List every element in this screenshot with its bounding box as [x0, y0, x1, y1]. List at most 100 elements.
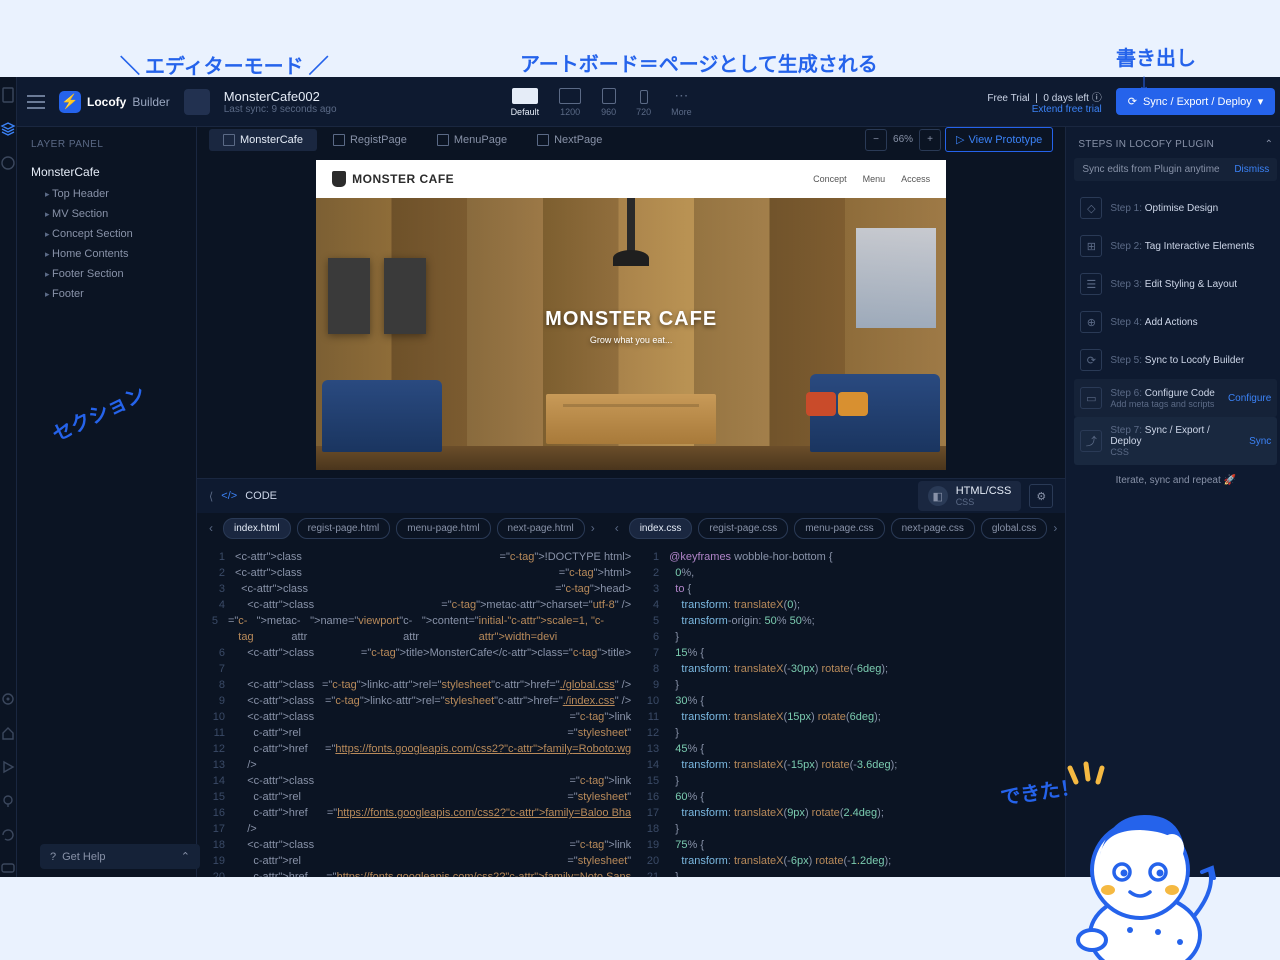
collapse-icon[interactable]: ⌃ — [1265, 139, 1274, 150]
file-tab[interactable]: index.html — [223, 518, 291, 539]
file-tab[interactable]: global.css — [981, 518, 1047, 539]
cafe-logo: MONSTER CAFE — [332, 171, 454, 187]
file-tab[interactable]: next-page.html — [497, 518, 585, 539]
html-editor[interactable]: 1<c-attr">class="c-tag">!DOCTYPE html>2<… — [197, 543, 631, 877]
nav-link[interactable]: Access — [901, 174, 930, 184]
github-icon[interactable] — [0, 155, 16, 171]
settings-icon[interactable] — [0, 691, 16, 707]
viewport-switcher: Default 1200 960 720 ⋯More — [511, 87, 692, 117]
layer-item[interactable]: Footer Section — [17, 264, 196, 284]
code-settings-icon[interactable]: ⚙ — [1029, 484, 1053, 508]
nav-link[interactable]: Menu — [863, 174, 886, 184]
extend-trial-link[interactable]: Extend free trial — [1032, 104, 1102, 115]
play-icon: ▷ — [956, 133, 964, 146]
file-icon[interactable] — [0, 87, 16, 103]
app-logo: ⚡ LocofyBuilder — [59, 91, 170, 113]
step-item[interactable]: ⊕Step 4: Add Actions — [1074, 303, 1277, 341]
canvas-area: MonsterCafeRegistPageMenuPageNextPage − … — [197, 127, 1065, 877]
viewport-default[interactable]: Default — [511, 88, 540, 117]
viewport-1200[interactable]: 1200 — [559, 88, 581, 117]
layer-item[interactable]: MV Section — [17, 204, 196, 224]
chevron-up-icon: ⌃ — [181, 850, 190, 863]
code-label: CODE — [245, 490, 277, 502]
sync-export-deploy-button[interactable]: ⟳ Sync / Export / Deploy ▾ — [1116, 88, 1276, 115]
step-icon: ⊕ — [1080, 311, 1102, 333]
scroll-right-icon[interactable]: › — [591, 521, 595, 535]
help-icon: ? — [50, 851, 56, 863]
sync-icon: ⟳ — [1128, 95, 1137, 108]
layer-root[interactable]: MonsterCafe — [17, 160, 196, 184]
step-item[interactable]: ◇Step 1: Optimise Design — [1074, 189, 1277, 227]
project-thumb[interactable] — [184, 89, 210, 115]
step-icon: ⤴ — [1080, 430, 1102, 452]
zoom-in-icon[interactable]: + — [919, 129, 941, 151]
file-tab[interactable]: index.css — [629, 518, 693, 539]
page-tab[interactable]: RegistPage — [319, 129, 421, 151]
viewport-720[interactable]: 720 — [636, 90, 651, 117]
scroll-left-icon[interactable]: ‹ — [205, 521, 217, 535]
scroll-left-icon[interactable]: ‹ — [611, 521, 623, 535]
language-selector[interactable]: ◧ HTML/CSS CSS — [918, 481, 1022, 511]
view-prototype-button[interactable]: ▷ View Prototype — [945, 127, 1053, 152]
canvas[interactable]: MONSTER CAFE Concept Menu Access — [197, 152, 1065, 478]
topbar: ⚡ LocofyBuilder MonsterCafe002 Last sync… — [17, 77, 1280, 127]
dismiss-link[interactable]: Dismiss — [1234, 164, 1269, 175]
bulb-icon[interactable] — [0, 793, 16, 809]
step-item[interactable]: ☰Step 3: Edit Styling & Layout — [1074, 265, 1277, 303]
layers-icon[interactable] — [0, 121, 16, 137]
viewport-960[interactable]: 960 — [601, 88, 616, 117]
file-tab[interactable]: regist-page.css — [698, 518, 788, 539]
project-info: MonsterCafe002 Last sync: 9 seconds ago — [224, 89, 337, 115]
viewport-more[interactable]: ⋯More — [671, 87, 692, 117]
zoom-value: 66% — [893, 134, 913, 145]
layer-panel-title: LAYER PANEL — [17, 139, 196, 160]
table-decor — [546, 394, 716, 444]
page-tab[interactable]: MonsterCafe — [209, 129, 317, 151]
layer-item[interactable]: Home Contents — [17, 244, 196, 264]
code-header: ⟨ </> CODE ◧ HTML/CSS CSS ⚙ — [197, 479, 1065, 513]
chandelier-decor — [627, 198, 635, 258]
annotation-editor-mode: ＼ エディターモード ／ — [120, 50, 329, 79]
layer-item[interactable]: Top Header — [17, 184, 196, 204]
home-icon[interactable] — [0, 725, 16, 741]
step-item[interactable]: ⊞Step 2: Tag Interactive Elements — [1074, 227, 1277, 265]
step-action-link[interactable]: Configure — [1228, 393, 1271, 404]
file-tab[interactable]: menu-page.html — [396, 518, 490, 539]
project-subtitle: Last sync: 9 seconds ago — [224, 104, 337, 115]
file-tab[interactable]: menu-page.css — [794, 518, 884, 539]
layer-item[interactable]: Concept Section — [17, 224, 196, 244]
hero-text: MONSTER CAFE Grow what you eat... — [316, 308, 946, 345]
css-editor[interactable]: 1@keyframes wobble-hor-bottom {2 0%,3 to… — [631, 543, 1065, 877]
menu-icon[interactable] — [27, 95, 45, 109]
zoom-out-icon[interactable]: − — [865, 129, 887, 151]
collapse-icon[interactable]: ⟨ — [209, 490, 213, 503]
steps-panel-header: STEPS IN LOCOFY PLUGIN ⌃ — [1074, 135, 1277, 158]
scroll-right-icon[interactable]: › — [1053, 521, 1057, 535]
file-tab[interactable]: next-page.css — [891, 518, 975, 539]
refresh-icon[interactable] — [0, 827, 16, 843]
page-tab[interactable]: MenuPage — [423, 129, 521, 151]
chat-icon[interactable] — [0, 861, 16, 877]
get-help-button[interactable]: ? Get Help ⌃ — [40, 844, 200, 869]
layer-item[interactable]: Footer — [17, 284, 196, 304]
play-icon[interactable] — [0, 759, 16, 775]
step-icon: ◇ — [1080, 197, 1102, 219]
mascot-illustration — [1030, 760, 1240, 960]
zoom-controls: − 66% + — [865, 129, 941, 151]
file-tab[interactable]: regist-page.html — [297, 518, 391, 539]
nav-link[interactable]: Concept — [813, 174, 847, 184]
step-item[interactable]: ⟳Step 5: Sync to Locofy Builder — [1074, 341, 1277, 379]
code-panel: ⟨ </> CODE ◧ HTML/CSS CSS ⚙ — [197, 478, 1065, 877]
editors: 1<c-attr">class="c-tag">!DOCTYPE html>2<… — [197, 543, 1065, 877]
step-item[interactable]: ⤴Step 7: Sync / Export / DeployCSSSync — [1074, 417, 1277, 465]
main-column: ⚡ LocofyBuilder MonsterCafe002 Last sync… — [17, 77, 1280, 877]
step-action-link[interactable]: Sync — [1249, 436, 1271, 447]
artboard[interactable]: MONSTER CAFE Concept Menu Access — [316, 160, 946, 470]
logo-mark-icon: ⚡ — [59, 91, 81, 113]
page-tab[interactable]: NextPage — [523, 129, 616, 151]
css-file-tabs: ‹ index.cssregist-page.css menu-page.css n… — [603, 513, 1066, 543]
hero-image: MONSTER CAFE Grow what you eat... — [316, 198, 946, 470]
step-item[interactable]: ▭Step 6: Configure CodeAdd meta tags and… — [1074, 379, 1277, 417]
cafe-logo-icon — [332, 171, 346, 187]
annotation-export: 書き出し — [1116, 42, 1196, 71]
